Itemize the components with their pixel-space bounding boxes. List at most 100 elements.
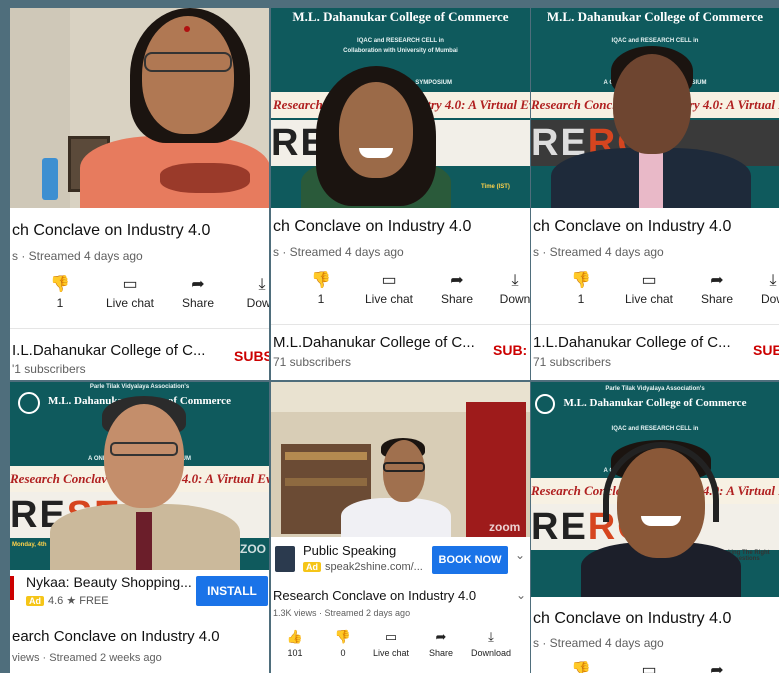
download-button[interactable]: ⤓ Down <box>485 270 530 306</box>
install-button[interactable]: INSTALL <box>196 576 268 606</box>
video-frame[interactable]: Parle Tilak Vidyalaya Association's M.L.… <box>10 382 269 570</box>
video-title[interactable]: ch Conclave on Industry 4.0 <box>533 610 731 628</box>
video-frame[interactable]: M.L. Dahanukar College of Commerce IQAC … <box>531 8 779 208</box>
video-meta: s · Streamed 4 days ago <box>12 249 143 263</box>
video-tile-3[interactable]: M.L. Dahanukar College of Commerce IQAC … <box>531 8 779 380</box>
speaker-body <box>341 498 451 537</box>
association-line: Parle Tilak Vidyalaya Association's <box>605 386 705 392</box>
divider <box>531 324 779 325</box>
video-tile-5[interactable]: zoom Public Speaking Ad speak2shine.com/.… <box>271 382 530 673</box>
college-banner: M.L. Dahanukar College of Commerce <box>531 8 779 36</box>
video-frame[interactable]: M.L. Dahanukar College of Commerce IQAC … <box>271 8 530 208</box>
subscribe-button[interactable]: SUE <box>753 342 779 358</box>
action-bar: 👎 ▭ ➦ <box>531 660 779 673</box>
ad-logo <box>275 546 295 572</box>
download-icon: ⤓ <box>258 276 266 293</box>
download-icon: ⤓ <box>511 272 519 289</box>
action-bar: 👍 101 👎 0 ▭ Live chat ➦ Share ⤓ Download <box>271 626 530 670</box>
college-banner: M.L. Dahanukar College of Commerce <box>271 8 530 36</box>
share-label: Share <box>700 292 734 306</box>
action-bar: 👎 1 ▭ Live chat ➦ Share ⤓ Dow <box>531 270 779 314</box>
ad-title[interactable]: Nykaa: Beauty Shopping... <box>26 574 192 590</box>
download-button[interactable]: ⤓ Down <box>232 274 269 310</box>
video-meta: views · Streamed 2 weeks ago <box>12 652 162 664</box>
dislike-button[interactable]: 👎 1 <box>551 270 611 306</box>
share-label: Share <box>181 296 215 310</box>
video-tile-2[interactable]: M.L. Dahanukar College of Commerce IQAC … <box>271 8 530 380</box>
share-button[interactable]: ➦ Share <box>427 270 487 306</box>
subscribe-button[interactable]: SUBS <box>234 348 269 364</box>
dislike-count: 1 <box>577 292 585 306</box>
iqac-line: IQAC and RESEARCH CELL in <box>611 426 699 432</box>
channel-name[interactable]: 1.L.Dahanukar College of C... <box>533 334 731 351</box>
chevron-down-icon[interactable]: ⌄ <box>516 588 526 602</box>
chevron-down-icon[interactable]: ⌄ <box>515 548 525 562</box>
speaker-face <box>104 404 184 508</box>
live-chat-icon: ▭ <box>381 272 397 289</box>
book-now-button[interactable]: BOOK NOW <box>432 546 508 574</box>
video-title[interactable]: Research Conclave on Industry 4.0 <box>273 588 476 603</box>
live-chat-button[interactable]: ▭ Live chat <box>359 270 419 306</box>
zoom-watermark: ZOO <box>240 542 266 556</box>
download-icon: ⤓ <box>488 629 494 644</box>
date-label: Monday, 4th <box>12 542 47 548</box>
thumbs-down-icon: 👎 <box>50 276 70 293</box>
share-icon: ➦ <box>450 272 464 289</box>
channel-name[interactable]: M.L.Dahanukar College of C... <box>273 334 475 351</box>
video-frame[interactable]: Parle Tilak Vidyalaya Association's M.L.… <box>531 382 779 597</box>
banner-word-left: RE <box>531 506 588 548</box>
video-tile-4[interactable]: Parle Tilak Vidyalaya Association's M.L.… <box>10 382 269 673</box>
subscriber-count: 71 subscribers <box>273 355 352 369</box>
video-title[interactable]: ch Conclave on Industry 4.0 <box>12 222 210 240</box>
speaker-face <box>613 54 691 154</box>
dislike-button[interactable]: 👎 1 <box>30 274 90 310</box>
download-label: Download <box>470 648 512 658</box>
live-chat-label: Live chat <box>624 292 674 306</box>
video-title[interactable]: earch Conclave on Industry 4.0 <box>12 628 220 645</box>
live-chat-label: Live chat <box>364 292 414 306</box>
ad-badge: Ad <box>303 562 321 572</box>
ad-title[interactable]: Public Speaking <box>303 543 396 558</box>
collab-line: Collaboration with University of Mumbai <box>343 48 458 54</box>
college-name: M.L. Dahanukar College of Commerce <box>563 397 747 409</box>
video-frame[interactable] <box>10 8 269 208</box>
share-icon: ➦ <box>191 276 205 293</box>
download-label: Down <box>499 292 530 306</box>
time-label: Time (IST) <box>481 184 510 190</box>
video-tile-1[interactable]: ch Conclave on Industry 4.0 s · Streamed… <box>10 8 269 380</box>
video-tile-6[interactable]: Parle Tilak Vidyalaya Association's M.L.… <box>531 382 779 673</box>
ad-banner[interactable]: Public Speaking Ad speak2shine.com/... BO… <box>271 540 530 578</box>
video-meta: s · Streamed 4 days ago <box>533 636 664 650</box>
video-title[interactable]: ch Conclave on Industry 4.0 <box>533 218 731 236</box>
live-chat-button[interactable]: ▭ Live chat <box>619 270 679 306</box>
channel-name[interactable]: I.L.Dahanukar College of C... <box>12 342 205 359</box>
divider <box>271 324 530 325</box>
dislike-button[interactable]: 👎 <box>551 660 611 673</box>
live-chat-button[interactable]: ▭ <box>619 660 679 673</box>
share-label: Share <box>428 648 454 658</box>
download-button[interactable]: ⤓ Download <box>461 626 521 658</box>
zoom-watermark: zoom <box>489 520 521 534</box>
video-title[interactable]: ch Conclave on Industry 4.0 <box>273 218 471 236</box>
download-button[interactable]: ⤓ Dow <box>743 270 779 306</box>
college-name: M.L. Dahanukar College of Commerce <box>546 9 764 24</box>
iqac-line: IQAC and RESEARCH CELL in <box>357 38 444 44</box>
share-button[interactable]: ➦ <box>687 660 747 673</box>
share-button[interactable]: ➦ Share <box>687 270 747 306</box>
ad-badge: Ad <box>26 596 44 606</box>
action-bar: 👎 1 ▭ Live chat ➦ Share ⤓ Down <box>271 270 530 314</box>
ad-url: speak2shine.com/... <box>325 561 423 573</box>
subscribe-button[interactable]: SUB: <box>493 342 527 358</box>
dislike-count: 1 <box>56 296 64 310</box>
video-frame[interactable]: zoom <box>271 382 530 537</box>
live-chat-icon: ▭ <box>641 662 657 673</box>
dislike-button[interactable]: 👎 1 <box>291 270 351 306</box>
live-chat-button[interactable]: ▭ Live chat <box>100 274 160 310</box>
ad-banner[interactable]: Nykaa: Beauty Shopping... Ad 4.6 ★ FREE I… <box>10 570 269 610</box>
thumbs-down-icon: 👎 <box>571 272 591 289</box>
college-banner: M.L. Dahanukar College of Commerce <box>531 394 779 422</box>
share-icon: ➦ <box>710 662 724 673</box>
speaker-face <box>142 16 234 134</box>
share-button[interactable]: ➦ Share <box>168 274 228 310</box>
dislike-count: 0 <box>340 648 346 658</box>
